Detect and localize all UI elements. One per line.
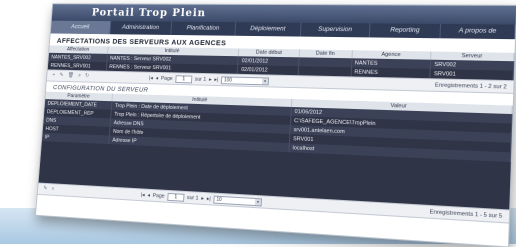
last-page-icon[interactable]: ▸| <box>214 77 218 83</box>
chevron-down-icon: ▾ <box>254 198 262 205</box>
chevron-down-icon: ▾ <box>262 77 269 84</box>
first-page-icon[interactable]: |◂ <box>149 75 153 81</box>
rows-per-page-value: 10 <box>216 196 222 203</box>
page-label: Page <box>160 75 173 82</box>
perspective-stage: Portail Trop Plein Accueil Administration… <box>0 0 516 247</box>
prev-page-icon[interactable]: ◂ <box>155 75 158 81</box>
prev-page-icon[interactable]: ◂ <box>147 192 150 198</box>
page-input[interactable] <box>175 74 193 83</box>
last-page-icon[interactable]: ▸| <box>207 196 211 202</box>
nav-item-3[interactable]: Déploiement <box>235 22 302 37</box>
search-icon[interactable]: ⌕ <box>51 186 54 193</box>
nav-item-4[interactable]: Supervision <box>301 22 371 38</box>
rows-per-page-value: 100 <box>223 76 233 83</box>
rows-per-page-select[interactable]: 100 ▾ <box>220 75 270 85</box>
nav-item-5[interactable]: Reporting <box>369 23 442 39</box>
next-page-icon[interactable]: ▸ <box>209 77 212 83</box>
rows-per-page-select[interactable]: 10 ▾ <box>213 195 263 206</box>
next-page-icon[interactable]: ▸ <box>201 195 204 201</box>
nav-item-6[interactable]: A propos de <box>440 23 516 40</box>
add-icon[interactable]: + <box>52 72 55 79</box>
page-of-label: sur 1 <box>186 194 199 202</box>
page-of-label: sur 1 <box>194 76 207 83</box>
edit-icon[interactable]: ✎ <box>43 186 47 193</box>
records-count: Enregistrements 1 - 5 sur 5 <box>429 208 503 220</box>
page-label: Page <box>152 192 165 200</box>
refresh-icon[interactable]: ↻ <box>85 73 89 80</box>
nav-item-0[interactable]: Accueil <box>50 20 111 35</box>
first-page-icon[interactable]: |◂ <box>141 192 145 198</box>
pager-nav: |◂ ◂ Page sur 1 ▸ ▸| 100 ▾ <box>149 74 270 85</box>
edit-icon[interactable]: ✎ <box>59 72 63 79</box>
app-window: Portail Trop Plein Accueil Administration… <box>35 3 516 247</box>
nav-item-1[interactable]: Administration <box>109 21 173 35</box>
nav-item-2[interactable]: Planification <box>171 21 236 36</box>
pager-tools: + ✎ 🗑 ⌕ ↻ <box>47 72 149 81</box>
records-count: Enregistrements 1 - 2 sur 2 <box>434 81 507 91</box>
search-icon[interactable]: ⌕ <box>78 73 81 80</box>
delete-icon[interactable]: 🗑 <box>67 73 74 80</box>
page-input[interactable] <box>167 192 185 202</box>
pager-tools: ✎ ⌕ <box>38 185 141 198</box>
